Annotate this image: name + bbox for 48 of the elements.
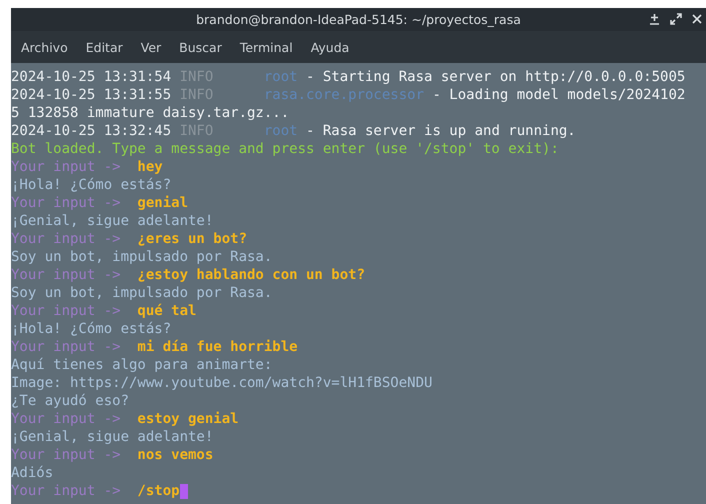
logger-name: root [264,122,298,140]
logger-name: rasa.core.processor [264,86,424,104]
log-message: - Rasa server is up and running. [305,122,576,140]
log-timestamp: 2024-10-25 13:32:45 [11,122,172,140]
input-prompt: Your input -> [11,446,121,464]
input-prompt: Your input -> [11,482,121,500]
input-prompt: Your input -> [11,302,121,320]
window-title: brandon@brandon-IdeaPad-5145: ~/proyectos_rasa [196,12,521,27]
user-message-text: estoy genial [137,410,239,428]
close-icon[interactable] [692,14,702,24]
input-prompt: Your input -> [11,158,121,176]
bot-reply: ¿Te ayudó eso? [11,392,130,410]
logger-name: root [264,68,298,86]
bot-reply: ¡Genial, sigue adelante! [11,212,214,230]
user-message-text: nos vemos [137,446,214,464]
input-prompt: Your input -> [11,410,121,428]
log-timestamp: 2024-10-25 13:31:54 [11,68,172,86]
log-message: - Loading model models/2024102 [431,86,686,104]
user-message-text: ¿eres un bot? [137,230,247,248]
bot-reply: ¡Hola! ¿Cómo estás? [11,320,172,338]
user-message-text: /stop [137,482,180,500]
menu-item[interactable]: Editar [84,38,125,56]
user-message-text: genial [137,194,188,212]
menu-item[interactable]: Archivo [19,38,70,56]
bot-reply: Image: https://www.youtube.com/watch?v=lH1fBSOeNDU [11,374,432,392]
log-message: - Starting Rasa server on http://0.0.0.0:5005 [305,68,686,86]
log-message: 5 132858 immature daisy.tar.gz... [11,104,290,122]
status-message: Bot loaded. Type a message and press enter (use '/stop' to exit): [11,140,559,158]
user-message-text: mi día fue horrible [137,338,298,356]
menu-item[interactable]: Ayuda [308,38,352,56]
bot-reply: Soy un bot, impulsado por Rasa. [11,284,272,302]
maximize-icon[interactable] [670,13,682,25]
bot-reply: ¡Hola! ¿Cómo estás? [11,176,172,194]
user-message-text: qué tal [137,302,196,320]
input-prompt: Your input -> [11,266,121,284]
menu-item[interactable]: Buscar [177,38,224,56]
input-prompt: Your input -> [11,230,121,248]
bot-reply: Soy un bot, impulsado por Rasa. [11,248,272,266]
bot-reply: Aquí tienes algo para animarte: [11,356,272,374]
user-message-text: ¿estoy hablando con un bot? [137,266,365,284]
user-message-text: hey [137,158,163,176]
bot-reply: Adiós [11,464,54,482]
input-prompt: Your input -> [11,194,121,212]
input-prompt: Your input -> [11,338,121,356]
menu-item[interactable]: Terminal [238,38,295,56]
log-timestamp: 2024-10-25 13:31:55 [11,86,172,104]
bot-reply: ¡Genial, sigue adelante! [11,428,214,446]
menu-item[interactable]: Ver [138,38,164,56]
